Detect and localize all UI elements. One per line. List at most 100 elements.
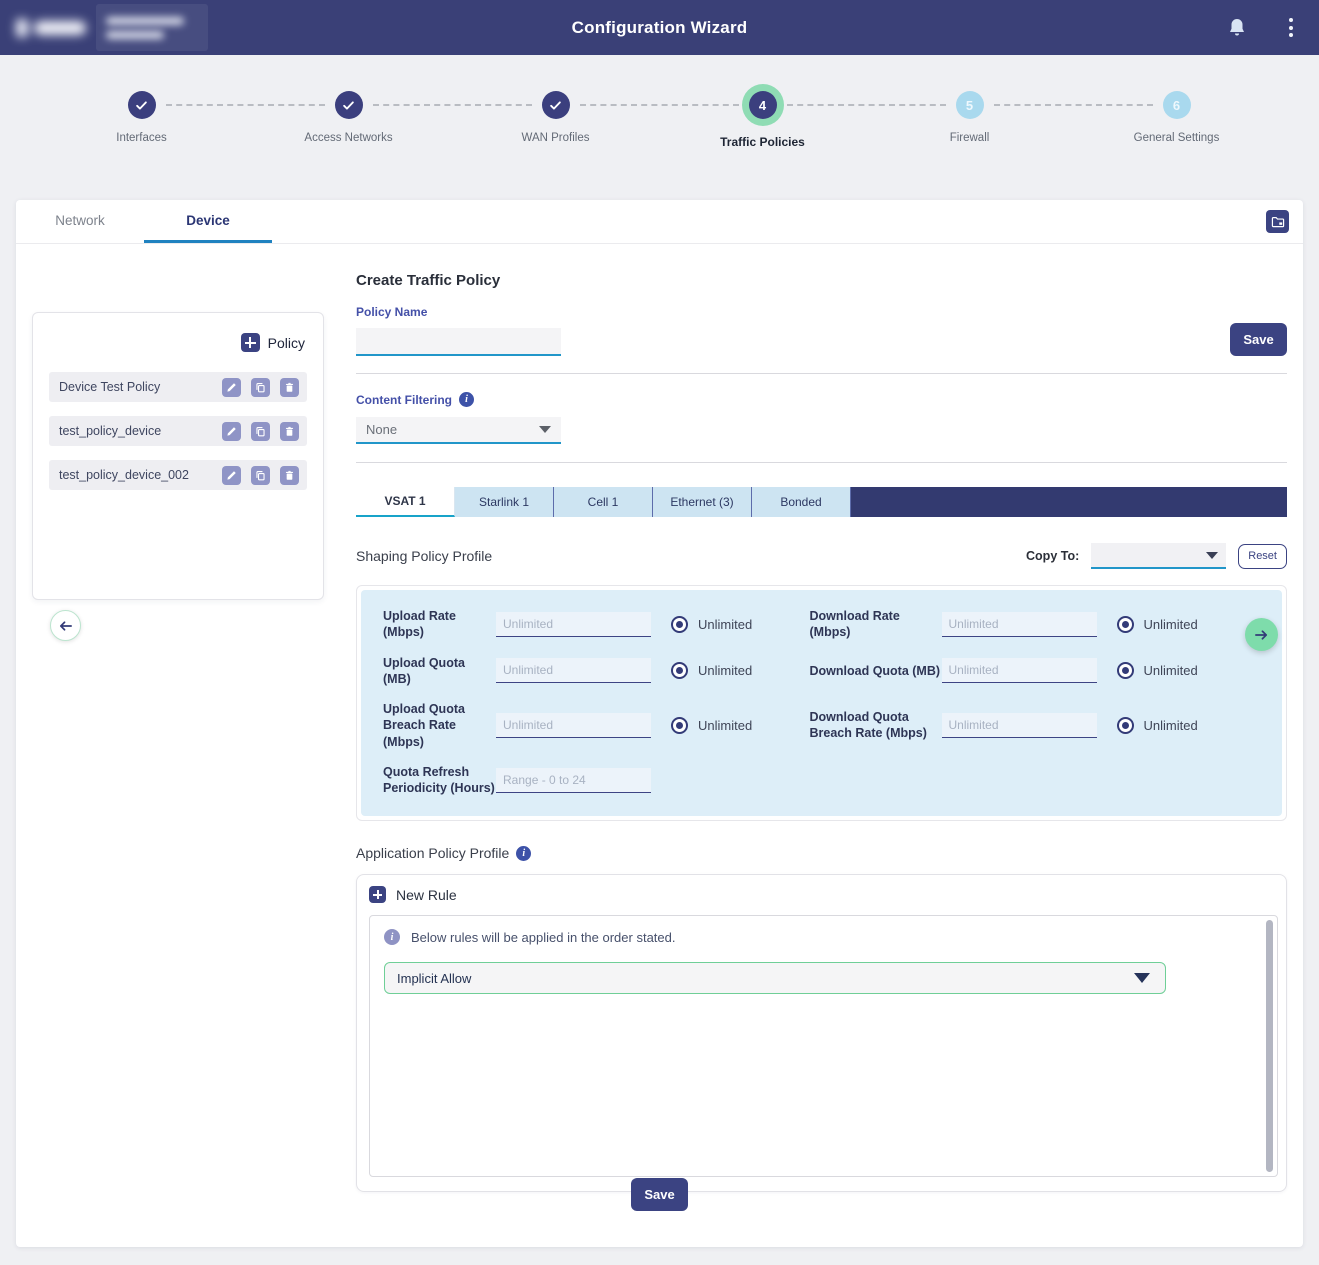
step-access-networks[interactable]: Access Networks: [245, 55, 452, 200]
tab-ethernet-3[interactable]: Ethernet (3): [653, 487, 752, 517]
divider: [356, 373, 1287, 374]
rules-list: i Below rules will be applied in the ord…: [369, 915, 1278, 1177]
edit-policy-button[interactable]: [222, 466, 241, 485]
plus-icon: [241, 333, 260, 352]
download-quota-input[interactable]: [942, 658, 1097, 683]
tab-cell-1[interactable]: Cell 1: [554, 487, 653, 517]
policy-list-item[interactable]: Device Test Policy: [49, 372, 307, 402]
policy-list-item[interactable]: test_policy_device: [49, 416, 307, 446]
create-policy-title: Create Traffic Policy: [356, 272, 1287, 289]
plus-icon: [369, 886, 386, 903]
download-rate-label: Download Rate (Mbps): [810, 608, 942, 641]
check-icon: [134, 98, 149, 113]
step-connector: [166, 104, 325, 106]
page-title: Configuration Wizard: [0, 18, 1319, 38]
reset-button[interactable]: Reset: [1238, 544, 1287, 569]
pencil-icon: [226, 426, 237, 437]
add-policy-button[interactable]: Policy: [49, 333, 305, 352]
tab-network[interactable]: Network: [16, 200, 144, 243]
step-traffic-policies[interactable]: 4 Traffic Policies: [659, 55, 866, 200]
copy-to-label: Copy To:: [1026, 549, 1079, 563]
info-icon[interactable]: i: [459, 392, 474, 407]
policy-name-input[interactable]: [356, 328, 561, 356]
shaping-panel: Upload Rate (Mbps) Unlimited Download Ra…: [361, 590, 1282, 816]
copy-icon: [255, 470, 266, 481]
delete-policy-button[interactable]: [280, 466, 299, 485]
step-wan-profiles[interactable]: WAN Profiles: [452, 55, 659, 200]
edit-policy-button[interactable]: [222, 378, 241, 397]
download-breach-rate-input[interactable]: [942, 713, 1097, 738]
save-traffic-policy-button[interactable]: Save: [631, 1178, 688, 1211]
chevron-down-icon: [539, 426, 551, 433]
download-quota-label: Download Quota (MB): [810, 663, 942, 679]
upload-quota-unlimited-radio[interactable]: [671, 662, 688, 679]
tab-starlink-1[interactable]: Starlink 1: [455, 487, 554, 517]
rules-box: New Rule i Below rules will be applied i…: [356, 874, 1287, 1192]
scrollbar-thumb[interactable]: [1266, 920, 1273, 1172]
arrow-right-icon: [1254, 629, 1269, 641]
step-interfaces[interactable]: Interfaces: [38, 55, 245, 200]
main-card: Network Device Policy Device Test Policy: [16, 200, 1303, 1247]
app-header: Configuration Wizard: [0, 0, 1319, 55]
copy-policy-button[interactable]: [251, 422, 270, 441]
tab-device[interactable]: Device: [144, 200, 272, 243]
application-profile-title: Application Policy Profile: [356, 845, 509, 861]
tab-bar-filler: [851, 487, 1287, 517]
copy-policy-button[interactable]: [251, 466, 270, 485]
download-rate-input[interactable]: [942, 612, 1097, 637]
info-icon: i: [384, 929, 400, 945]
content-filtering-label: Content Filtering: [356, 393, 452, 407]
trash-icon: [284, 426, 295, 437]
rule-implicit-allow[interactable]: Implicit Allow: [384, 962, 1166, 994]
upload-breach-rate-label: Upload Quota Breach Rate (Mbps): [383, 701, 496, 750]
back-button[interactable]: [50, 610, 81, 641]
arrow-left-icon: [58, 620, 73, 632]
notifications-bell-icon[interactable]: [1227, 17, 1247, 39]
copy-to-select[interactable]: [1091, 543, 1226, 569]
download-quota-unlimited-radio[interactable]: [1117, 662, 1134, 679]
policy-list-item[interactable]: test_policy_device_002: [49, 460, 307, 490]
check-icon: [548, 98, 563, 113]
quota-refresh-input[interactable]: [496, 768, 651, 793]
tab-bonded[interactable]: Bonded: [752, 487, 851, 517]
policy-name-label: Policy Name: [356, 305, 561, 319]
upload-breach-unlimited-radio[interactable]: [671, 717, 688, 734]
save-policy-button[interactable]: Save: [1230, 323, 1287, 356]
delete-policy-button[interactable]: [280, 378, 299, 397]
info-icon[interactable]: i: [516, 846, 531, 861]
step-general-settings[interactable]: 6 General Settings: [1073, 55, 1280, 200]
folder-button[interactable]: [1266, 210, 1289, 233]
upload-rate-label: Upload Rate (Mbps): [383, 608, 496, 641]
step-connector: [373, 104, 532, 106]
upload-rate-unlimited-radio[interactable]: [671, 616, 688, 633]
upload-rate-input[interactable]: [496, 612, 651, 637]
shaping-panel-frame: Upload Rate (Mbps) Unlimited Download Ra…: [356, 585, 1287, 821]
next-interface-button[interactable]: [1245, 618, 1278, 651]
step-connector: [580, 104, 739, 106]
kebab-menu-icon[interactable]: [1285, 14, 1297, 41]
upload-breach-rate-input[interactable]: [496, 713, 651, 738]
step-firewall[interactable]: 5 Firewall: [866, 55, 1073, 200]
chevron-down-icon: [1206, 552, 1218, 559]
copy-icon: [255, 426, 266, 437]
new-rule-button[interactable]: New Rule: [357, 875, 1286, 914]
trash-icon: [284, 382, 295, 393]
content-filtering-select[interactable]: None: [356, 417, 561, 444]
upload-quota-input[interactable]: [496, 658, 651, 683]
download-breach-unlimited-radio[interactable]: [1117, 717, 1134, 734]
wizard-stepper: Interfaces Access Networks WAN Profiles …: [0, 55, 1319, 200]
delete-policy-button[interactable]: [280, 422, 299, 441]
shaping-profile-title: Shaping Policy Profile: [356, 548, 492, 564]
copy-policy-button[interactable]: [251, 378, 270, 397]
tab-vsat-1[interactable]: VSAT 1: [356, 487, 455, 517]
edit-policy-button[interactable]: [222, 422, 241, 441]
step-connector: [787, 104, 946, 106]
chevron-down-icon: [1134, 973, 1150, 983]
policy-list-panel: Policy Device Test Policy test_: [32, 312, 324, 600]
view-tab-bar: Network Device: [16, 200, 1303, 244]
interface-tab-bar: VSAT 1 Starlink 1 Cell 1 Ethernet (3) Bo…: [356, 487, 1287, 517]
download-rate-unlimited-radio[interactable]: [1117, 616, 1134, 633]
step-connector: [994, 104, 1153, 106]
quota-refresh-label: Quota Refresh Periodicity (Hours): [383, 764, 496, 797]
copy-icon: [255, 382, 266, 393]
